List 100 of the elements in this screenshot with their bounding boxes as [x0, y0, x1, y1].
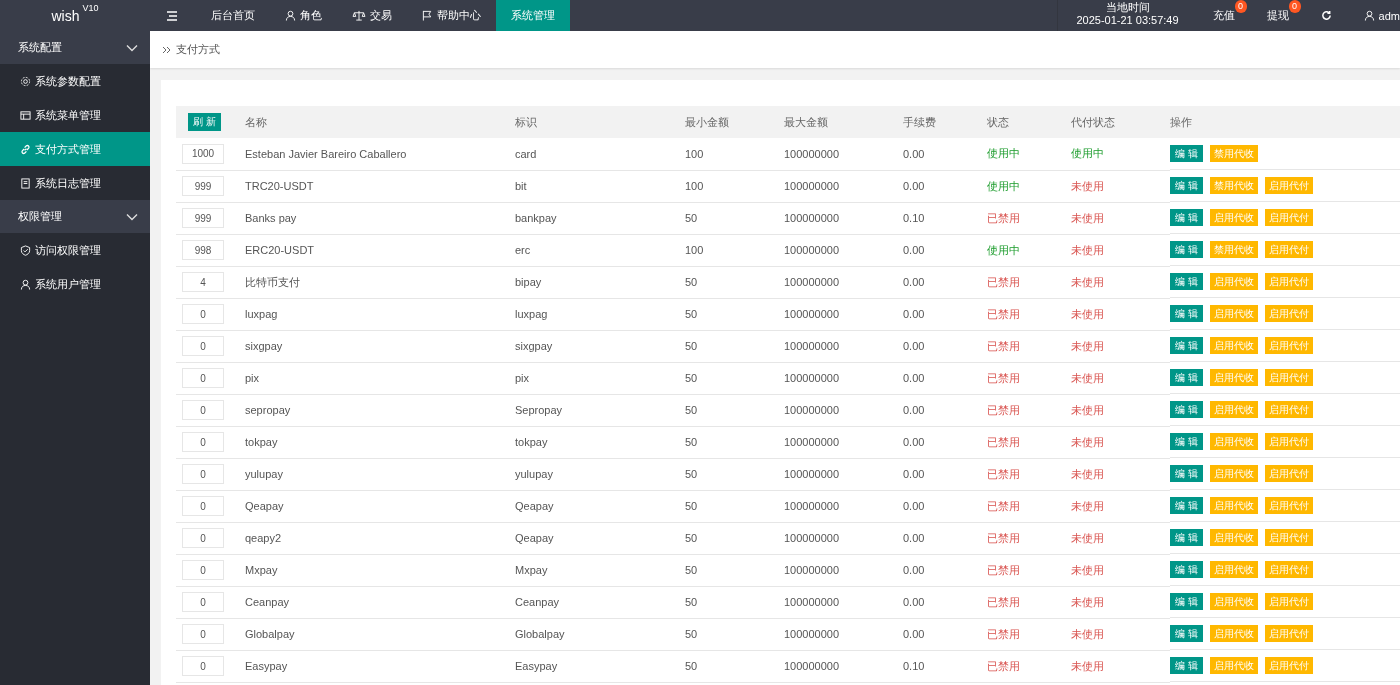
sort-input[interactable]: 0: [182, 336, 224, 356]
column-header: 状态: [987, 106, 1071, 138]
sort-input[interactable]: 1000: [182, 143, 224, 164]
table-cell: sixgpay: [245, 330, 515, 362]
sidebar-item[interactable]: 系统日志管理: [0, 166, 150, 200]
topbar-link[interactable]: 充值 0: [1196, 0, 1251, 31]
table-cell: 0.00: [903, 330, 987, 362]
nav-tab[interactable]: 帮助中心: [407, 0, 496, 31]
shield-icon: [20, 244, 31, 256]
table-cell: 100000000: [784, 170, 903, 202]
sidebar-group[interactable]: 系统配置: [0, 31, 150, 64]
status-text: 使用中: [987, 138, 1071, 170]
action-button[interactable]: 编 辑: [1170, 273, 1203, 290]
sort-input[interactable]: 999: [182, 208, 224, 228]
sort-input[interactable]: 0: [182, 368, 224, 388]
document-icon: [20, 177, 31, 189]
user-icon: [285, 10, 296, 21]
action-button[interactable]: 编 辑: [1170, 209, 1203, 226]
action-button[interactable]: 编 辑: [1170, 561, 1203, 578]
refresh-icon[interactable]: [1320, 10, 1332, 21]
sort-input[interactable]: 0: [182, 304, 224, 324]
sort-input[interactable]: 998: [182, 240, 224, 260]
action-button[interactable]: 编 辑: [1170, 625, 1203, 642]
table-cell: 0.00: [903, 298, 987, 330]
table-cell: ERC20-USDT: [245, 234, 515, 266]
table-cell: pix: [515, 362, 685, 394]
action-button[interactable]: 编 辑: [1170, 593, 1203, 610]
sort-input[interactable]: 0: [182, 528, 224, 548]
sort-input[interactable]: 999: [182, 176, 224, 196]
sort-input[interactable]: 0: [182, 624, 224, 644]
table-cell: erc: [515, 234, 685, 266]
column-header: 操作: [1170, 106, 1400, 138]
action-button[interactable]: 编 辑: [1170, 337, 1203, 354]
table-cell: 100000000: [784, 362, 903, 394]
action-button[interactable]: 编 辑: [1170, 241, 1203, 258]
nav-tab[interactable]: 系统管理: [496, 0, 570, 31]
action-button[interactable]: 编 辑: [1170, 433, 1203, 450]
sort-input[interactable]: 0: [182, 560, 224, 580]
status-text: 已禁用: [987, 554, 1071, 586]
nav-tab[interactable]: 交易: [337, 0, 407, 31]
table-cell: bipay: [515, 266, 685, 298]
nav-tab[interactable]: 后台首页: [196, 0, 270, 31]
sort-input[interactable]: 4: [182, 272, 224, 292]
chevron-icon: [126, 43, 138, 52]
table-cell: 50: [685, 490, 784, 522]
sidebar-item[interactable]: 支付方式管理: [0, 132, 150, 166]
action-button[interactable]: 编 辑: [1170, 145, 1203, 162]
sort-input[interactable]: 0: [182, 496, 224, 516]
action-button[interactable]: 编 辑: [1170, 497, 1203, 514]
table-cell: 50: [685, 298, 784, 330]
refresh-button[interactable]: 刷 新: [188, 113, 221, 131]
status-text: 已禁用: [987, 618, 1071, 650]
table-cell: 50: [685, 458, 784, 490]
user-icon: [20, 278, 31, 290]
nav-tab[interactable]: 角色: [270, 0, 337, 31]
table-cell: 0.00: [903, 490, 987, 522]
sidebar-item[interactable]: 访问权限管理: [0, 233, 150, 267]
table-cell: Easypay: [515, 650, 685, 682]
table-cell: 50: [685, 426, 784, 458]
user-menu[interactable]: adm: [1347, 0, 1400, 31]
action-button[interactable]: 编 辑: [1170, 657, 1203, 674]
sort-input[interactable]: 0: [182, 592, 224, 612]
count-badge: 0: [1288, 0, 1301, 13]
table-cell: 0.00: [903, 170, 987, 202]
sidebar-item[interactable]: 系统参数配置: [0, 64, 150, 98]
table-cell: 比特币支付: [245, 266, 515, 298]
table-cell: 100000000: [784, 394, 903, 426]
sidebar-item[interactable]: 系统菜单管理: [0, 98, 150, 132]
table-cell: 100000000: [784, 458, 903, 490]
sort-input[interactable]: 0: [182, 400, 224, 420]
sort-input[interactable]: 0: [182, 656, 224, 676]
table-cell: 100000000: [784, 490, 903, 522]
table-cell: 100000000: [784, 586, 903, 618]
topbar-link[interactable]: 提现 0: [1250, 0, 1305, 31]
user-icon: [1363, 10, 1375, 21]
sort-input[interactable]: 0: [182, 432, 224, 452]
sidebar-group[interactable]: 权限管理: [0, 200, 150, 233]
menu-icon[interactable]: [166, 10, 178, 21]
table-cell: 100000000: [784, 426, 903, 458]
table-cell: 50: [685, 202, 784, 234]
table-cell: tokpay: [245, 426, 515, 458]
action-button[interactable]: 编 辑: [1170, 465, 1203, 482]
action-button[interactable]: 编 辑: [1170, 401, 1203, 418]
status-text: 已禁用: [987, 522, 1071, 554]
table-cell: 0.10: [903, 650, 987, 682]
table-cell: Ceanpay: [245, 586, 515, 618]
sidebar-item[interactable]: 系统用户管理: [0, 267, 150, 301]
column-header: 标识: [515, 106, 685, 138]
action-button[interactable]: 编 辑: [1170, 305, 1203, 322]
table-cell: Mxpay: [245, 554, 515, 586]
table-cell: 100000000: [784, 618, 903, 650]
sort-input[interactable]: 0: [182, 464, 224, 484]
action-button[interactable]: 编 辑: [1170, 529, 1203, 546]
table-cell: 100000000: [784, 202, 903, 234]
table-cell: 0.00: [903, 394, 987, 426]
table-cell: 0.00: [903, 266, 987, 298]
action-button[interactable]: 编 辑: [1170, 177, 1203, 194]
table-cell: 0.00: [903, 138, 987, 170]
action-button[interactable]: 编 辑: [1170, 369, 1203, 386]
scale-icon: [352, 10, 366, 21]
